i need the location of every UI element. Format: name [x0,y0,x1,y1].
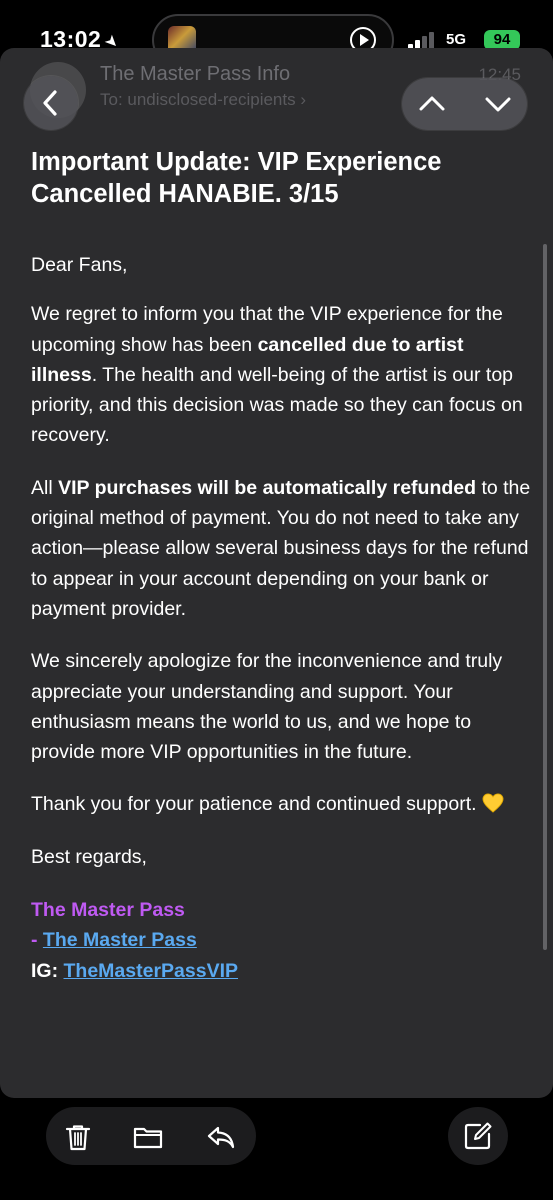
back-chevron-icon [43,90,57,116]
message-navigation [402,78,527,130]
closing: Best regards, [31,845,147,868]
trash-icon[interactable] [63,1122,93,1152]
mail-card: The Master Pass Info To: undisclosed-rec… [0,48,553,1098]
chevron-right-icon: › [300,90,307,109]
email-subject: Important Update: VIP Experience Cancell… [31,148,442,208]
ig-label: IG: [31,959,64,982]
signature-link[interactable]: The Master Pass [43,929,197,951]
email-body: Dear Fans, We regret to inform you that … [31,250,531,986]
chevron-up-icon[interactable] [416,88,448,120]
compose-icon [464,1122,492,1150]
p1-text-b: . The health and well-being of the artis… [31,363,523,447]
chevron-down-icon[interactable] [482,88,514,120]
folder-icon[interactable] [133,1122,163,1152]
signature-link-line: - The Master Pass [31,925,531,955]
instagram-line: IG: TheMasterPassVIP [31,956,531,986]
signature-name: The Master Pass [31,899,185,922]
greeting: Dear Fans, [31,254,128,276]
recipients-text: To: undisclosed-recipients [100,90,296,109]
paragraph-apology: We sincerely apologize for the inconveni… [31,650,503,764]
yellow-heart-icon [482,793,504,814]
paragraph-refund: All VIP purchases will be automatically … [31,473,531,624]
compose-button[interactable] [448,1107,508,1165]
reply-icon[interactable] [206,1122,236,1152]
bottom-toolbar [46,1107,256,1165]
thanks-text: Thank you for your patience and continue… [31,793,477,816]
scroll-indicator[interactable] [543,244,547,950]
back-button[interactable] [24,76,78,130]
paragraph-thanks: Thank you for your patience and continue… [31,789,531,819]
network-type: 5G [446,31,467,48]
p2-text-a: All [31,476,59,499]
instagram-link[interactable]: TheMasterPassVIP [64,960,239,982]
sender-name[interactable]: The Master Pass Info [100,63,290,86]
recipients[interactable]: To: undisclosed-recipients › [100,90,306,110]
message-header: The Master Pass Info To: undisclosed-rec… [0,48,553,144]
signal-icon [408,30,440,50]
paragraph-cancellation: We regret to inform you that the VIP exp… [31,299,531,450]
signature-dash: - [31,929,43,952]
battery-indicator: 94 [484,30,520,50]
p2-bold: VIP purchases will be automatically refu… [58,476,477,499]
